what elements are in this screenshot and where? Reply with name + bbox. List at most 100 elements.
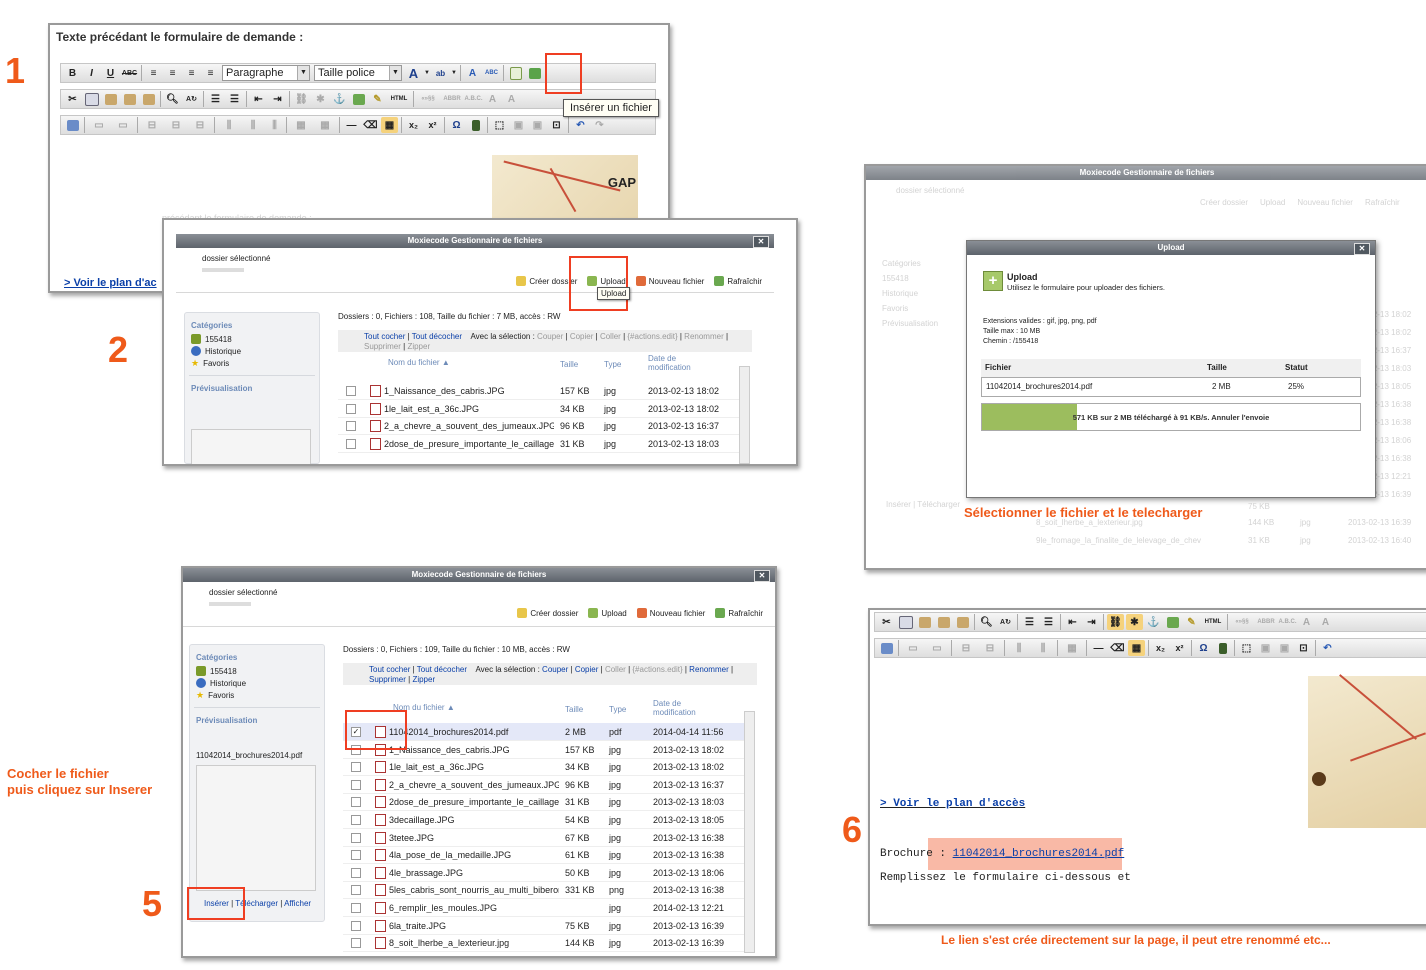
r-quote-icon[interactable]: «»§§	[1231, 614, 1253, 630]
deselect-all-link[interactable]: Tout décocher	[412, 332, 462, 341]
fm-b-select-all-link[interactable]: Tout cocher	[369, 665, 410, 674]
paragraph-select[interactable]: Paragraphe ▼	[222, 65, 310, 81]
row-checkbox[interactable]	[351, 920, 361, 931]
rename-link[interactable]: Renommer	[684, 332, 724, 341]
fm-b-copy-link[interactable]: Copier	[575, 665, 599, 674]
zip-link[interactable]: Zipper	[407, 342, 430, 351]
fm-b-actions-edit-link[interactable]: {#actions.edit}	[632, 665, 682, 674]
r-media-icon[interactable]	[1214, 640, 1231, 656]
r-edit-icon[interactable]	[878, 640, 895, 656]
new-file-button[interactable]: Nouveau fichier	[635, 276, 704, 286]
justify-icon[interactable]: ≡	[202, 65, 219, 81]
result-access-link[interactable]: > Voir le plan d'accès	[880, 798, 1025, 810]
table-row[interactable]: 2dose_de_presure_importante_le_caillage_…	[338, 435, 742, 453]
hr-icon[interactable]: —	[343, 117, 360, 133]
favorites-item[interactable]: ★ Favoris	[191, 358, 319, 369]
cleanup-icon[interactable]: ✎	[369, 91, 386, 107]
redo-icon[interactable]: ↷	[591, 117, 608, 133]
table-row[interactable]: 6_remplir_les_moules.JPG jpg 2014-02-13 12…	[343, 899, 747, 917]
fm-b-history-item[interactable]: Historique	[196, 678, 324, 688]
cut-icon[interactable]: ✂	[64, 91, 81, 107]
file-name-cell[interactable]: 2dose_de_presure_importante_le_caillage_…	[389, 797, 559, 807]
merge-cells-icon[interactable]: ▦	[314, 117, 336, 133]
access-link-cut[interactable]: > Voir le plan d'ac	[64, 277, 157, 289]
ins-icon[interactable]: A	[503, 91, 520, 107]
fm-b-favorites-item[interactable]: ★ Favoris	[196, 690, 324, 701]
bullet-list-icon[interactable]: ☰	[207, 91, 224, 107]
category-155418[interactable]: 155418	[191, 334, 319, 344]
fm-b-delete-link[interactable]: Supprimer	[369, 675, 406, 684]
file-name-cell[interactable]: 1_Naissance_des_cabris.JPG	[384, 386, 554, 396]
col-date-header[interactable]: Date de modification	[648, 354, 708, 372]
col-size-header[interactable]: Taille	[560, 360, 578, 369]
scrollbar[interactable]	[739, 366, 750, 464]
fm-b-zip-link[interactable]: Zipper	[412, 675, 435, 684]
fm-b-col-type-header[interactable]: Type	[609, 705, 626, 714]
r-outdent-icon[interactable]: ⇤	[1064, 614, 1081, 630]
layer-front-icon[interactable]: ▣	[529, 117, 546, 133]
row-checkbox[interactable]	[346, 386, 356, 396]
history-item[interactable]: Historique	[191, 346, 319, 356]
abbr-icon[interactable]: ABBR	[441, 91, 463, 107]
text-color-icon[interactable]: A	[405, 65, 422, 81]
italic-button[interactable]: I	[83, 65, 100, 81]
r-eraser-icon[interactable]: ⌫	[1109, 640, 1126, 656]
layer-back-icon[interactable]: ▣	[510, 117, 527, 133]
paste-text-icon[interactable]	[121, 91, 138, 107]
highlight-color-icon[interactable]: ab	[432, 65, 449, 81]
r-paste-icon[interactable]	[916, 614, 933, 630]
r-del-icon[interactable]: A	[1298, 614, 1315, 630]
cut-link[interactable]: Couper	[537, 332, 563, 341]
table-row[interactable]: 5les_cabris_sont_nourris_au_multi_bibero…	[343, 881, 747, 900]
link-icon[interactable]: ⛓	[293, 91, 310, 107]
table-row[interactable]: 1le_lait_est_a_36c.JPG 34 KB jpg 2013-02-13…	[338, 400, 742, 418]
image-icon[interactable]	[350, 91, 367, 107]
file-name-cell[interactable]: 2dose_de_presure_importante_le_caillage_…	[384, 439, 554, 449]
table-row[interactable]: 6la_traite.JPG 75 KB jpg 2013-02-13 16:39	[343, 917, 747, 935]
r-html-icon[interactable]: HTML	[1202, 614, 1224, 630]
special-char-icon[interactable]: Ω	[448, 117, 465, 133]
r-insert-row-after-icon[interactable]: ⊟	[979, 640, 1001, 656]
table-row[interactable]: 4la_pose_de_la_medaille.JPG 61 KB jpg 2013-…	[343, 846, 747, 865]
file-name-cell[interactable]: 11042014_brochures2014.pdf	[389, 727, 559, 737]
brochure-link[interactable]: 11042014_brochures2014.pdf	[953, 848, 1125, 860]
r-replace-icon[interactable]: A↻	[997, 614, 1014, 630]
r-link-icon[interactable]: ⛓	[1107, 614, 1124, 630]
close-icon[interactable]: ✕	[753, 236, 769, 248]
fm-b-close-icon[interactable]: ✕	[754, 570, 770, 582]
edit-icon[interactable]	[64, 117, 81, 133]
paste-word-icon[interactable]	[140, 91, 157, 107]
file-name-cell[interactable]: 6_remplir_les_moules.JPG	[389, 903, 559, 913]
r-layer-back-icon[interactable]: ▣	[1257, 640, 1274, 656]
table-row[interactable]: 1_Naissance_des_cabris.JPG 157 KB jpg 2013-…	[338, 382, 742, 400]
table-row[interactable]: 2dose_de_presure_importante_le_caillage_…	[343, 793, 747, 812]
undo-icon[interactable]: ↶	[572, 117, 589, 133]
html-icon[interactable]: HTML	[388, 91, 410, 107]
r-split-cells-icon[interactable]: ▦	[1061, 640, 1083, 656]
r-table-row-icon[interactable]: ▭	[902, 640, 924, 656]
r-image-icon[interactable]	[1164, 614, 1181, 630]
r-abbr-icon[interactable]: ABBR	[1255, 614, 1277, 630]
r-find-icon[interactable]: 🔍︎	[978, 614, 995, 630]
r-absolute-icon[interactable]: ⊡	[1295, 640, 1312, 656]
indent-icon[interactable]: ⇥	[269, 91, 286, 107]
row-checkbox[interactable]	[351, 885, 361, 896]
table-row[interactable]: 2_a_chevre_a_souvent_des_jumeaux.JPG 96 K…	[343, 776, 747, 794]
subscript-icon[interactable]: x₂	[405, 117, 422, 133]
unlink-icon[interactable]: ✱	[312, 91, 329, 107]
del-icon[interactable]: A	[484, 91, 501, 107]
r-superscript-icon[interactable]: x²	[1171, 640, 1188, 656]
fm-b-col-size-header[interactable]: Taille	[565, 705, 583, 714]
insert-image-icon[interactable]	[526, 65, 543, 81]
row-checkbox[interactable]	[351, 779, 361, 790]
actions-edit-link[interactable]: {#actions.edit}	[627, 332, 677, 341]
spellcheck-icon[interactable]: ABC	[483, 65, 500, 81]
r-table-col-icon[interactable]: ▭	[926, 640, 948, 656]
row-checkbox[interactable]	[346, 438, 356, 449]
bold-button[interactable]: B	[64, 65, 81, 81]
quote-icon[interactable]: «»§§	[417, 91, 439, 107]
highlight-dropdown-icon[interactable]: ▼	[451, 65, 457, 81]
file-name-cell[interactable]: 6la_traite.JPG	[389, 921, 559, 931]
row-checkbox[interactable]	[351, 815, 361, 825]
table-icon[interactable]: ▦	[381, 117, 398, 133]
